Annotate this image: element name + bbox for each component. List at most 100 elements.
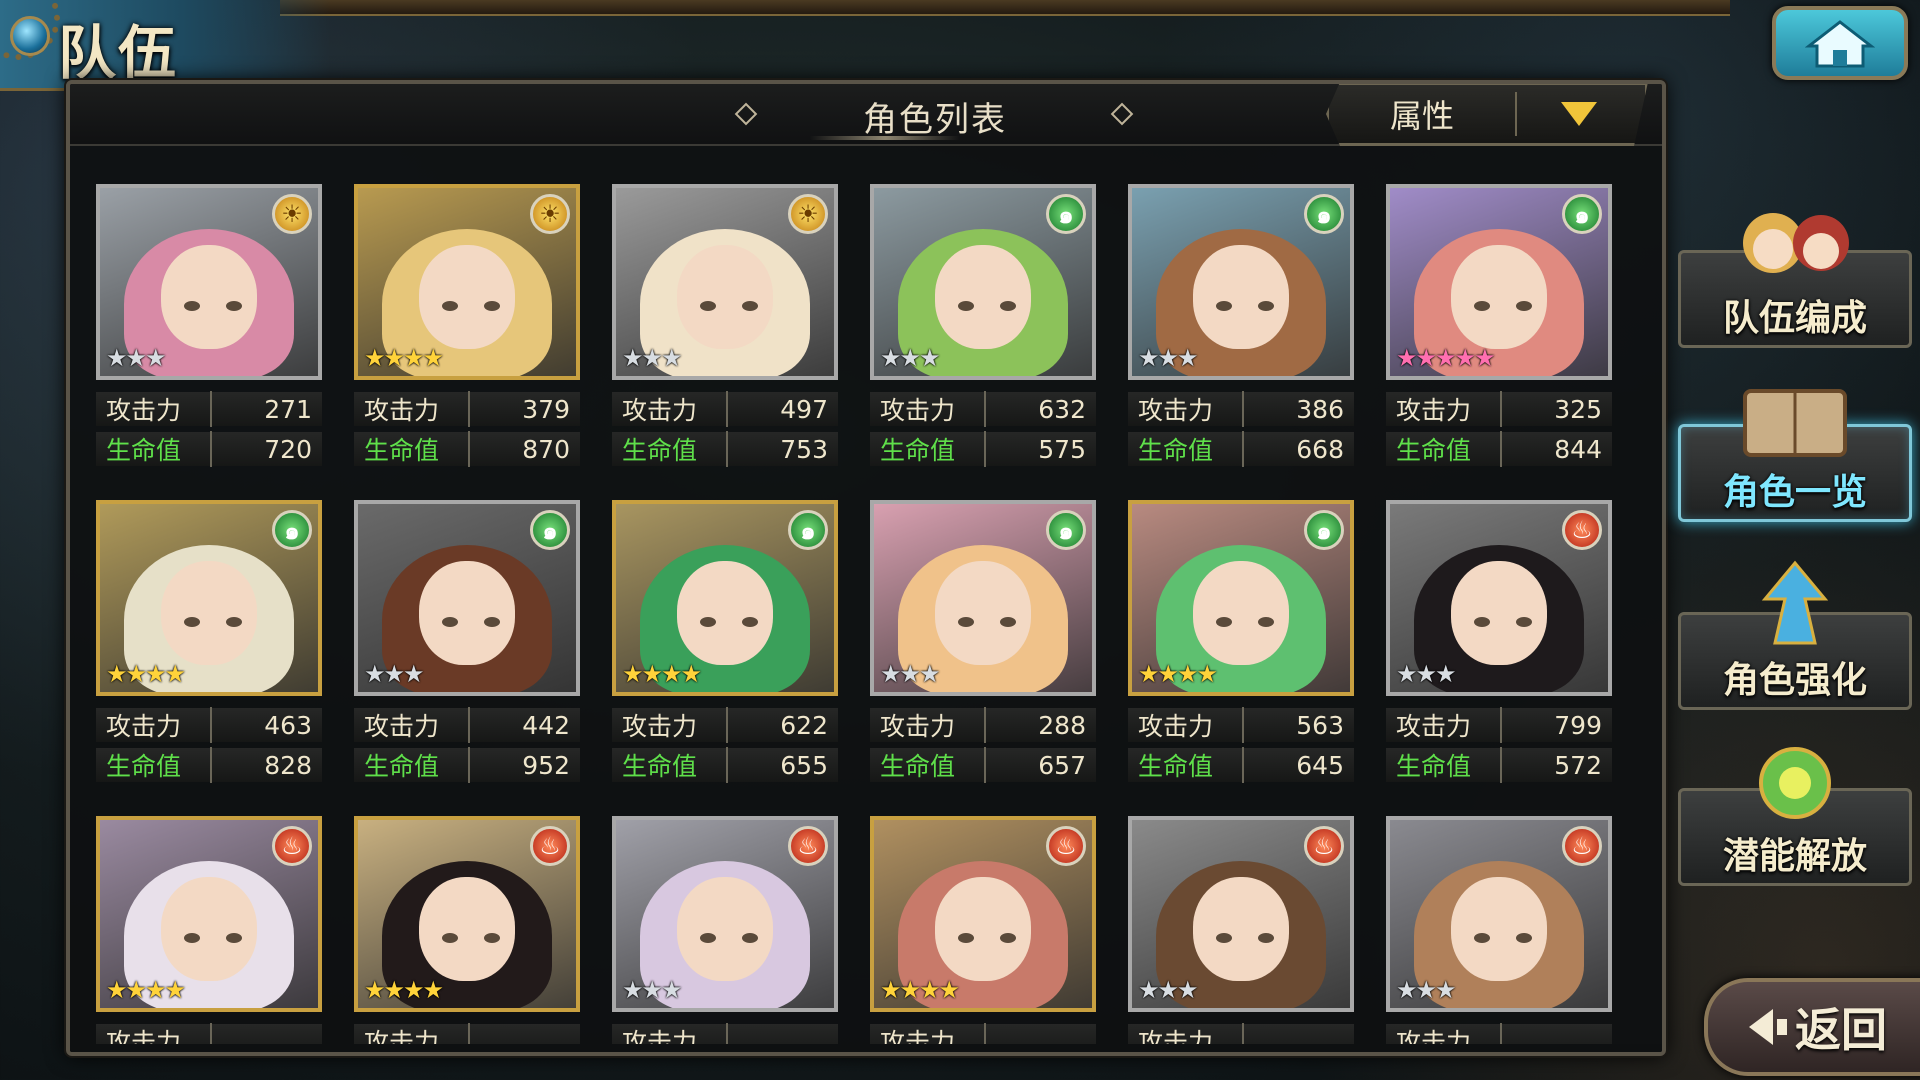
character-portrait[interactable]: ๑ ★★★★ (96, 500, 322, 696)
attack-value: 622 (780, 710, 828, 740)
potential-unlock-button[interactable]: 潜能解放 (1678, 747, 1912, 886)
attack-stat-row: 攻击力 325 (1386, 391, 1612, 427)
character-card[interactable]: ♨★★★★攻击力生命值 (870, 816, 1098, 1052)
character-eye (226, 300, 242, 311)
character-face (419, 245, 515, 350)
hp-label: 生命值 (622, 431, 728, 467)
character-portrait[interactable]: ♨ ★★★★ (354, 816, 580, 1012)
team-formation-button[interactable]: 队伍编成 (1678, 213, 1912, 348)
character-card[interactable]: ๑ ★★★★ 攻击力 622 生命值 655 (612, 500, 840, 786)
attack-stat-row: 攻击力 563 (1128, 707, 1354, 743)
attack-label: 攻击力 (1138, 707, 1244, 743)
character-face (677, 245, 773, 350)
character-portrait[interactable]: ๑ ★★★ (870, 500, 1096, 696)
character-portrait[interactable]: ♨ ★★★ (1386, 816, 1612, 1012)
character-eye (742, 300, 758, 311)
hp-stat-row: 生命值 645 (1128, 747, 1354, 783)
page-title: 队伍 (58, 19, 179, 87)
character-card[interactable]: ๑ ★★★★ 攻击力 563 生命值 645 (1128, 500, 1356, 786)
attack-label: 攻击力 (880, 707, 986, 743)
dropdown-separator (1515, 92, 1517, 136)
hp-label: 生命值 (1396, 747, 1502, 783)
character-portrait[interactable]: ๑ ★★★ (870, 184, 1096, 380)
character-eye (484, 932, 500, 943)
character-card[interactable]: ♨★★★攻击力生命值 (612, 816, 840, 1052)
character-card[interactable]: ☀ ★★★ 攻击力 497 生命值 753 (612, 184, 840, 470)
character-list-button[interactable]: 角色一览 (1678, 389, 1912, 522)
character-eye (700, 932, 716, 943)
character-portrait[interactable]: ♨ ★★★★ (96, 816, 322, 1012)
character-eye (1258, 932, 1274, 943)
character-portrait[interactable]: ๑ ★★★★ (612, 500, 838, 696)
character-card[interactable]: ☀ ★★★ 攻击力 271 生命值 720 (96, 184, 324, 470)
hp-value: 828 (264, 750, 312, 780)
character-face (1193, 877, 1289, 982)
attack-stat-row: 攻击力 386 (1128, 391, 1354, 427)
character-card[interactable]: ♨★★★★攻击力生命值 (96, 816, 324, 1052)
character-face (1451, 877, 1547, 982)
character-card[interactable]: ๑ ★★★★ 攻击力 463 生命值 828 (96, 500, 324, 786)
character-face (419, 561, 515, 666)
character-eye (226, 616, 242, 627)
star-rating: ★★★★ (1138, 660, 1218, 688)
character-face (1193, 561, 1289, 666)
character-card[interactable]: ☀ ★★★★ 攻击力 379 生命值 870 (354, 184, 582, 470)
hp-value: 655 (780, 750, 828, 780)
back-arrow-tail (1777, 1019, 1787, 1035)
character-card[interactable]: ๑ ★★★ 攻击力 632 生命值 575 (870, 184, 1098, 470)
team-formation-icon (1735, 197, 1855, 287)
character-portrait[interactable]: ☀ ★★★★ (354, 184, 580, 380)
character-card[interactable]: ๑ ★★★★★ 攻击力 325 生命值 844 (1386, 184, 1614, 470)
character-portrait[interactable]: ♨ ★★★ (1128, 816, 1354, 1012)
character-card[interactable]: ♨★★★攻击力生命值 (1128, 816, 1356, 1052)
character-card[interactable]: ♨★★★攻击力生命值 (1386, 816, 1614, 1052)
potential-unlock-icon (1735, 735, 1855, 825)
back-button[interactable]: 返回 (1704, 978, 1920, 1076)
panel-bottom-edge (70, 1044, 1662, 1052)
character-portrait[interactable]: ♨ ★★★★ (870, 816, 1096, 1012)
fire-element-icon: ♨ (272, 826, 312, 866)
attribute-filter-dropdown[interactable]: 属性 (1326, 82, 1648, 146)
character-portrait[interactable]: ☀ ★★★ (612, 184, 838, 380)
character-portrait[interactable]: ♨ ★★★ (1386, 500, 1612, 696)
attack-label: 攻击力 (106, 707, 212, 743)
attack-value: 288 (1038, 710, 1086, 740)
character-card[interactable]: ♨★★★★攻击力生命值 (354, 816, 582, 1052)
character-eye (742, 616, 758, 627)
character-face (161, 877, 257, 982)
wind-element-icon: ๑ (788, 510, 828, 550)
character-portrait[interactable]: ♨ ★★★ (612, 816, 838, 1012)
character-face (161, 245, 257, 350)
character-card[interactable]: ๑ ★★★ 攻击力 442 生命值 952 (354, 500, 582, 786)
attack-label: 攻击力 (1396, 391, 1502, 427)
character-portrait[interactable]: ๑ ★★★ (1128, 184, 1354, 380)
character-face (935, 561, 1031, 666)
hp-label: 生命值 (880, 747, 986, 783)
hp-value: 645 (1296, 750, 1344, 780)
side-menu-label: 角色强化 (1722, 660, 1867, 701)
hp-stat-row: 生命值 720 (96, 431, 322, 467)
character-eye (700, 616, 716, 627)
home-button[interactable] (1772, 6, 1908, 80)
character-card[interactable]: ♨ ★★★ 攻击力 799 生命值 572 (1386, 500, 1614, 786)
back-arrow-icon (1749, 1009, 1773, 1045)
hp-stat-row: 生命值 952 (354, 747, 580, 783)
star-rating: ★★★ (1138, 344, 1199, 372)
character-portrait[interactable]: ๑ ★★★ (354, 500, 580, 696)
character-portrait[interactable]: ๑ ★★★★★ (1386, 184, 1612, 380)
home-icon (1805, 20, 1875, 68)
character-face (1193, 245, 1289, 350)
character-eye (184, 616, 200, 627)
character-eye (1000, 616, 1016, 627)
side-menu-label: 潜能解放 (1722, 836, 1867, 877)
attack-value: 379 (522, 394, 570, 424)
character-card[interactable]: ๑ ★★★ 攻击力 386 生命值 668 (1128, 184, 1356, 470)
character-portrait[interactable]: ☀ ★★★ (96, 184, 322, 380)
character-eye (1474, 300, 1490, 311)
star-rating: ★★★ (1396, 660, 1457, 688)
character-enhance-button[interactable]: 角色强化 (1678, 560, 1912, 710)
hp-value: 844 (1554, 434, 1602, 464)
character-eye (1516, 616, 1532, 627)
character-portrait[interactable]: ๑ ★★★★ (1128, 500, 1354, 696)
character-card[interactable]: ๑ ★★★ 攻击力 288 生命值 657 (870, 500, 1098, 786)
